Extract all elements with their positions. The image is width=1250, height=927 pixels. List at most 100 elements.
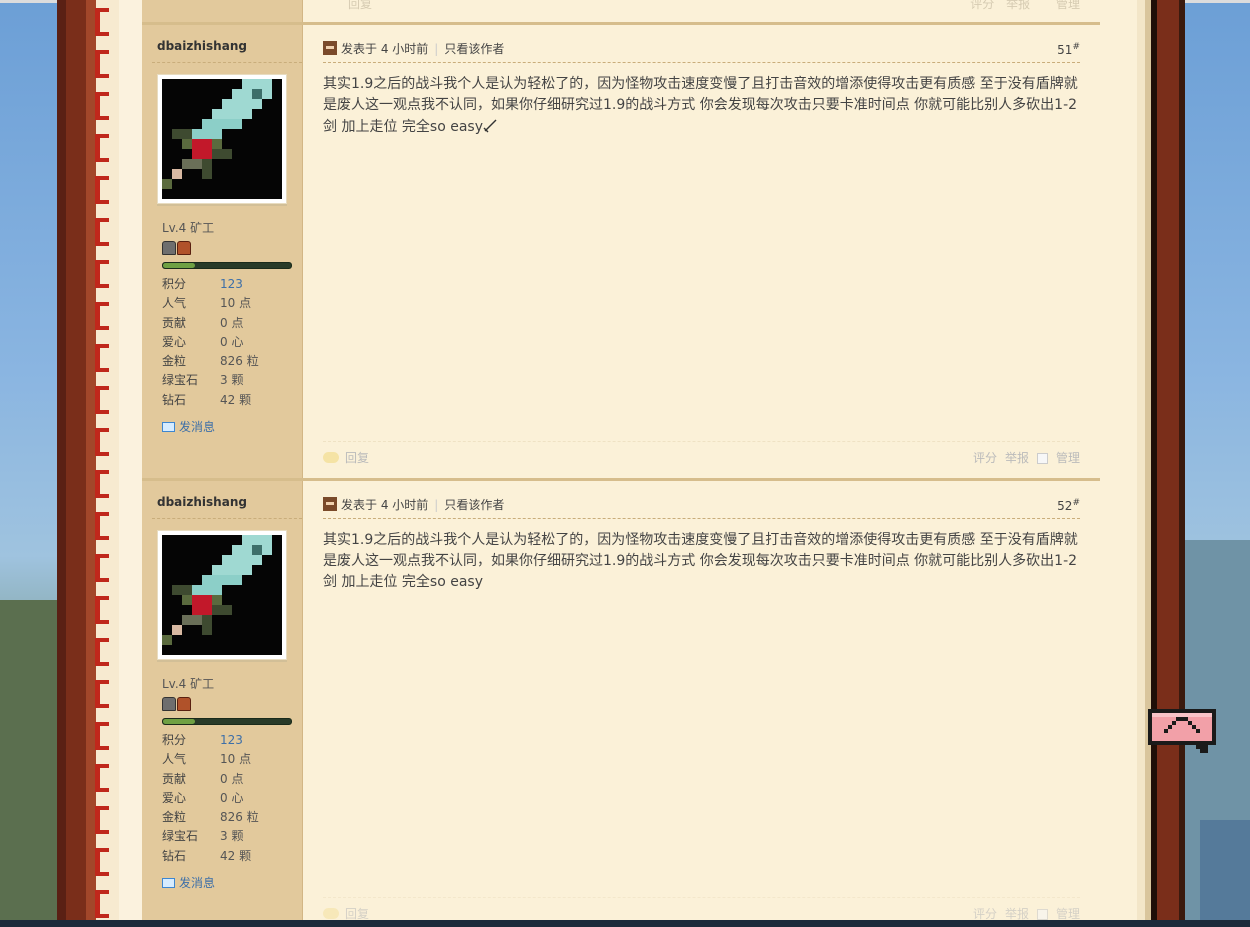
reply-button[interactable]: 回复 xyxy=(323,449,369,466)
user-face-icon xyxy=(323,497,337,511)
chain-link-decoration xyxy=(95,596,109,624)
post-footer: 回复 评分 举报 管理 xyxy=(323,897,1080,921)
stat-row: 人气 10 点 xyxy=(162,752,252,767)
stat-row: 贡献 0 点 xyxy=(162,315,244,330)
chain-link-decoration xyxy=(95,470,109,498)
chain-link-decoration xyxy=(95,176,109,204)
rate-link[interactable]: 评分 xyxy=(973,451,997,465)
chain-link-decoration xyxy=(95,134,109,162)
chain-link-decoration xyxy=(95,260,109,288)
stat-row: 爱心 0 心 xyxy=(162,334,244,349)
post-time: 发表于 4 小时前 xyxy=(341,42,429,56)
post-time: 发表于 4 小时前 xyxy=(341,498,429,512)
back-to-top-icon xyxy=(1148,709,1216,753)
post-52: dbaizhishang Lv.4 矿工 积分 123 人气 10 点 贡献 0… xyxy=(142,481,1100,921)
stat-row: 钻石 42 颗 xyxy=(162,848,252,863)
background-scenery xyxy=(0,600,57,920)
right-decorative-frame xyxy=(1137,0,1185,927)
post-header: 发表于 4 小时前 | 只看该作者 51# xyxy=(323,39,1080,59)
stat-row: 绿宝石 3 颗 xyxy=(162,373,244,388)
medal-badges[interactable] xyxy=(162,697,192,711)
points-link[interactable]: 123 xyxy=(220,733,243,747)
send-message-link[interactable]: 发消息 xyxy=(162,874,215,891)
post-footer: 回复 评分 举报 管理 xyxy=(323,441,1080,465)
stat-row: 金粒 826 粒 xyxy=(162,810,259,825)
helmet-badge-icon[interactable] xyxy=(162,241,176,255)
chain-link-decoration xyxy=(95,344,109,372)
only-author-link[interactable]: 只看该作者 xyxy=(444,498,504,512)
user-level: Lv.4 矿工 xyxy=(162,221,215,235)
manage-link[interactable]: 管理 xyxy=(1056,907,1080,921)
stat-row: 金粒 826 粒 xyxy=(162,354,259,369)
level-progress-bar xyxy=(162,718,292,725)
manage-checkbox[interactable] xyxy=(1036,453,1048,464)
stat-row: 人气 10 点 xyxy=(162,296,252,311)
rate-link[interactable]: 评分 xyxy=(970,0,994,11)
thread-content: 回复 评分 举报 管理 dbaizhishang Lv.4 矿工 积分 123 … xyxy=(142,0,1137,921)
report-link[interactable]: 举报 xyxy=(1005,907,1029,921)
medal-badges[interactable] xyxy=(162,241,192,255)
stat-row: 钻石 42 颗 xyxy=(162,392,252,407)
stat-row: 积分 123 xyxy=(162,733,243,747)
manage-link[interactable]: 管理 xyxy=(1056,451,1080,465)
chain-link-decoration xyxy=(95,680,109,708)
chain-link-decoration xyxy=(95,890,109,918)
post-header: 发表于 4 小时前 | 只看该作者 52# xyxy=(323,495,1080,515)
author-name[interactable]: dbaizhishang xyxy=(157,39,247,53)
author-name[interactable]: dbaizhishang xyxy=(157,495,247,509)
user-face-icon xyxy=(323,41,337,55)
post-51: dbaizhishang Lv.4 矿工 积分 123 人气 10 点 贡献 0… xyxy=(142,25,1100,480)
stat-row: 绿宝石 3 颗 xyxy=(162,829,244,844)
reply-icon xyxy=(323,908,339,919)
sword-cursor-icon xyxy=(483,118,498,133)
chain-link-decoration xyxy=(95,638,109,666)
chain-link-decoration xyxy=(95,554,109,582)
chain-link-decoration xyxy=(95,302,109,330)
chain-link-decoration xyxy=(95,8,109,36)
helmet-badge-icon[interactable] xyxy=(177,241,191,255)
previous-post-footer: 回复 评分 举报 管理 xyxy=(323,0,1080,11)
floor-number[interactable]: 52# xyxy=(1057,498,1080,513)
send-message-link[interactable]: 发消息 xyxy=(162,418,215,435)
manage-link[interactable]: 管理 xyxy=(1056,0,1080,11)
report-link[interactable]: 举报 xyxy=(1005,451,1029,465)
chain-link-decoration xyxy=(95,386,109,414)
chain-link-decoration xyxy=(95,218,109,246)
diamond-sword-icon xyxy=(162,535,272,645)
stat-row: 贡献 0 点 xyxy=(162,771,244,786)
left-decorative-frame xyxy=(57,0,142,927)
diamond-sword-icon xyxy=(162,79,272,189)
only-author-link[interactable]: 只看该作者 xyxy=(444,42,504,56)
chain-link-decoration xyxy=(95,722,109,750)
post-body: 其实1.9之后的战斗我个人是认为轻松了的，因为怪物攻击速度变慢了且打击音效的增添… xyxy=(323,532,1078,590)
helmet-badge-icon[interactable] xyxy=(177,697,191,711)
manage-checkbox[interactable] xyxy=(1036,909,1048,920)
chain-link-decoration xyxy=(95,764,109,792)
chain-link-decoration xyxy=(95,92,109,120)
back-to-top-button[interactable] xyxy=(1148,705,1216,753)
avatar[interactable] xyxy=(157,74,287,204)
reply-link[interactable]: 回复 xyxy=(348,0,372,12)
taskbar-edge xyxy=(0,920,1250,927)
chain-link-decoration xyxy=(95,428,109,456)
mail-icon xyxy=(162,422,175,432)
user-stats: 积分 123 人气 10 点 贡献 0 点 爱心 0 心 金粒 826 粒 绿宝石 3 颗 … xyxy=(162,275,292,410)
post-body: 其实1.9之后的战斗我个人是认为轻松了的，因为怪物攻击速度变慢了且打击音效的增添… xyxy=(323,76,1078,135)
report-link[interactable]: 举报 xyxy=(1006,0,1030,11)
reply-icon xyxy=(323,452,339,463)
rate-link[interactable]: 评分 xyxy=(973,907,997,921)
chain-link-decoration xyxy=(95,50,109,78)
user-level: Lv.4 矿工 xyxy=(162,677,215,691)
chain-link-decoration xyxy=(95,806,109,834)
stat-row: 爱心 0 心 xyxy=(162,790,244,805)
level-progress-bar xyxy=(162,262,292,269)
points-link[interactable]: 123 xyxy=(220,277,243,291)
mail-icon xyxy=(162,878,175,888)
floor-number[interactable]: 51# xyxy=(1057,42,1080,57)
user-stats: 积分 123 人气 10 点 贡献 0 点 爱心 0 心 金粒 826 粒 绿宝石 3 颗 … xyxy=(162,731,292,866)
chain-link-decoration xyxy=(95,512,109,540)
helmet-badge-icon[interactable] xyxy=(162,697,176,711)
background-scenery xyxy=(1200,820,1250,920)
chain-link-decoration xyxy=(95,848,109,876)
avatar[interactable] xyxy=(157,530,287,660)
